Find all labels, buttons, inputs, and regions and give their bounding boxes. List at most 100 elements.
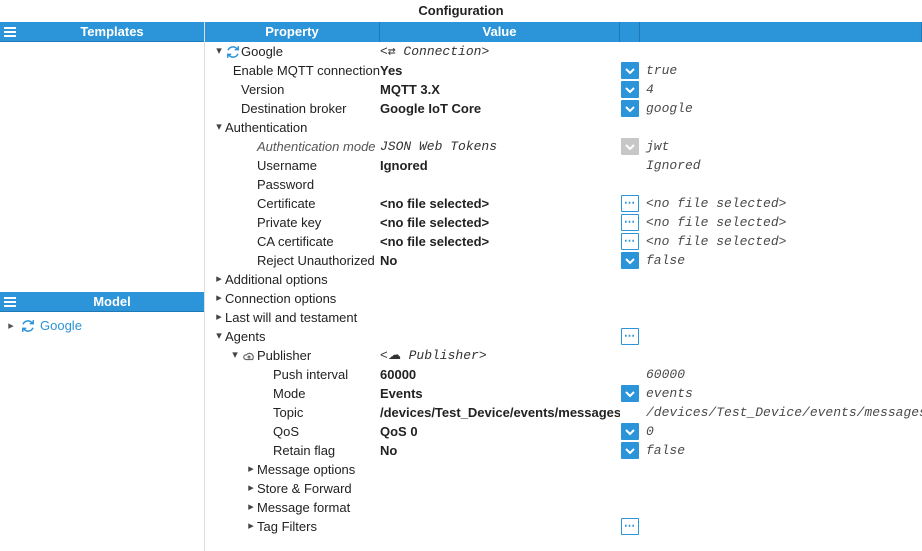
chevron-right-icon[interactable]: ▸: [213, 289, 225, 308]
property-value[interactable]: <no file selected>: [380, 194, 489, 213]
property-raw-value: google: [646, 99, 693, 118]
grid-row[interactable]: Certificate<no file selected>⋯<no file s…: [205, 194, 922, 213]
grid-row[interactable]: Retain flagNofalse: [205, 441, 922, 460]
chevron-down-icon[interactable]: ▾: [229, 346, 241, 365]
grid-row[interactable]: ▾Authentication: [205, 118, 922, 137]
grid-row[interactable]: ▾ Publisher <☁ Publisher>: [205, 346, 922, 365]
property-label: Retain flag: [273, 441, 335, 460]
property-label: Password: [257, 175, 314, 194]
chevron-right-icon[interactable]: ▸: [245, 479, 257, 498]
grid-row[interactable]: Reject UnauthorizedNofalse: [205, 251, 922, 270]
sync-icon: [20, 318, 36, 334]
ellipsis-button[interactable]: ⋯: [621, 328, 639, 345]
grid-row[interactable]: Enable MQTT connectionYestrue: [205, 61, 922, 80]
grid-row[interactable]: ▸Last will and testament: [205, 308, 922, 327]
chevron-right-icon[interactable]: ▸: [6, 319, 16, 332]
model-header: Model: [0, 292, 204, 312]
grid-row[interactable]: Authentication modeJSON Web Tokensjwt: [205, 137, 922, 156]
grid-row[interactable]: UsernameIgnoredIgnored: [205, 156, 922, 175]
col-value[interactable]: Value: [380, 22, 620, 42]
grid-row[interactable]: ▾Agents⋯: [205, 327, 922, 346]
property-label: Message options: [257, 460, 355, 479]
grid-row[interactable]: ▾Google<⇄ Connection>: [205, 42, 922, 61]
grid-body: ▾Google<⇄ Connection>Enable MQTT connect…: [205, 42, 922, 551]
dropdown-button[interactable]: [621, 442, 639, 459]
property-label: Message format: [257, 498, 350, 517]
hamburger-icon[interactable]: [0, 292, 20, 312]
property-value[interactable]: <no file selected>: [380, 213, 489, 232]
grid-row[interactable]: ▸Message format: [205, 498, 922, 517]
dropdown-button[interactable]: [621, 385, 639, 402]
property-label: Store & Forward: [257, 479, 352, 498]
property-value[interactable]: 60000: [380, 365, 416, 384]
property-label: Connection options: [225, 289, 336, 308]
property-raw-value: true: [646, 61, 677, 80]
grid-row[interactable]: ▸Tag Filters ⋯: [205, 517, 922, 536]
property-value[interactable]: <no file selected>: [380, 232, 489, 251]
property-raw-value: jwt: [646, 137, 669, 156]
grid-row[interactable]: Push interval6000060000: [205, 365, 922, 384]
property-label: Destination broker: [241, 99, 347, 118]
property-label: Version: [241, 80, 284, 99]
property-value[interactable]: QoS 0: [380, 422, 418, 441]
grid-row[interactable]: ▸Store & Forward: [205, 479, 922, 498]
grid-row[interactable]: Topic/devices/Test_Device/events/message…: [205, 403, 922, 422]
ellipsis-button[interactable]: ⋯: [621, 233, 639, 250]
grid-row[interactable]: ▸Additional options: [205, 270, 922, 289]
grid-row[interactable]: Destination broker Google IoT Core google: [205, 99, 922, 118]
grid-row[interactable]: ▸Connection options: [205, 289, 922, 308]
property-raw-value: /devices/Test_Device/events/messages: [646, 403, 922, 422]
ellipsis-button[interactable]: ⋯: [621, 214, 639, 231]
chevron-right-icon[interactable]: ▸: [245, 517, 257, 536]
chevron-right-icon[interactable]: ▸: [245, 498, 257, 517]
property-value[interactable]: Yes: [380, 61, 402, 80]
model-body: ▸ Google: [0, 312, 204, 551]
property-label: CA certificate: [257, 232, 334, 251]
property-label: Private key: [257, 213, 321, 232]
grid-row[interactable]: QoSQoS 00: [205, 422, 922, 441]
ellipsis-button[interactable]: ⋯: [621, 195, 639, 212]
col-property[interactable]: Property: [205, 22, 380, 42]
model-tree-root[interactable]: ▸ Google: [2, 316, 202, 335]
chevron-down-icon[interactable]: ▾: [213, 118, 225, 137]
sync-icon: [225, 44, 241, 60]
grid-row[interactable]: Private key<no file selected>⋯<no file s…: [205, 213, 922, 232]
property-value[interactable]: Events: [380, 384, 423, 403]
property-label: Authentication: [225, 118, 307, 137]
grid-row[interactable]: Password: [205, 175, 922, 194]
property-raw-value: <no file selected>: [646, 232, 786, 251]
grid-row[interactable]: ▸Message options: [205, 460, 922, 479]
property-value[interactable]: No: [380, 441, 397, 460]
model-root-label: Google: [40, 318, 82, 333]
ellipsis-button[interactable]: ⋯: [621, 518, 639, 535]
property-value[interactable]: <⇄ Connection>: [380, 42, 489, 61]
grid-row[interactable]: CA certificate <no file selected> ⋯ <no fil…: [205, 232, 922, 251]
property-value[interactable]: Ignored: [380, 156, 428, 175]
property-label: Reject Unauthorized: [257, 251, 375, 270]
property-value[interactable]: No: [380, 251, 397, 270]
grid-row[interactable]: ModeEventsevents: [205, 384, 922, 403]
chevron-right-icon[interactable]: ▸: [245, 460, 257, 479]
dropdown-button[interactable]: [621, 252, 639, 269]
hamburger-icon[interactable]: [0, 22, 20, 42]
chevron-right-icon[interactable]: ▸: [213, 308, 225, 327]
property-value[interactable]: MQTT 3.X: [380, 80, 440, 99]
chevron-down-icon[interactable]: ▾: [213, 327, 225, 346]
dropdown-button[interactable]: [621, 81, 639, 98]
property-label: Mode: [273, 384, 306, 403]
dropdown-button[interactable]: [621, 62, 639, 79]
property-label: Publisher: [257, 346, 311, 365]
dropdown-button[interactable]: [621, 100, 639, 117]
chevron-down-icon[interactable]: ▾: [213, 42, 225, 61]
property-label: Certificate: [257, 194, 316, 213]
property-value[interactable]: JSON Web Tokens: [380, 137, 497, 156]
dropdown-button[interactable]: [621, 138, 639, 155]
property-value[interactable]: <☁ Publisher>: [380, 346, 487, 365]
dropdown-button[interactable]: [621, 423, 639, 440]
property-value[interactable]: /devices/Test_Device/events/messages: [380, 403, 620, 422]
property-label: Tag Filters: [257, 517, 317, 536]
property-value[interactable]: Google IoT Core: [380, 99, 481, 118]
grid-row[interactable]: VersionMQTT 3.X4: [205, 80, 922, 99]
chevron-right-icon[interactable]: ▸: [213, 270, 225, 289]
property-label: Push interval: [273, 365, 348, 384]
